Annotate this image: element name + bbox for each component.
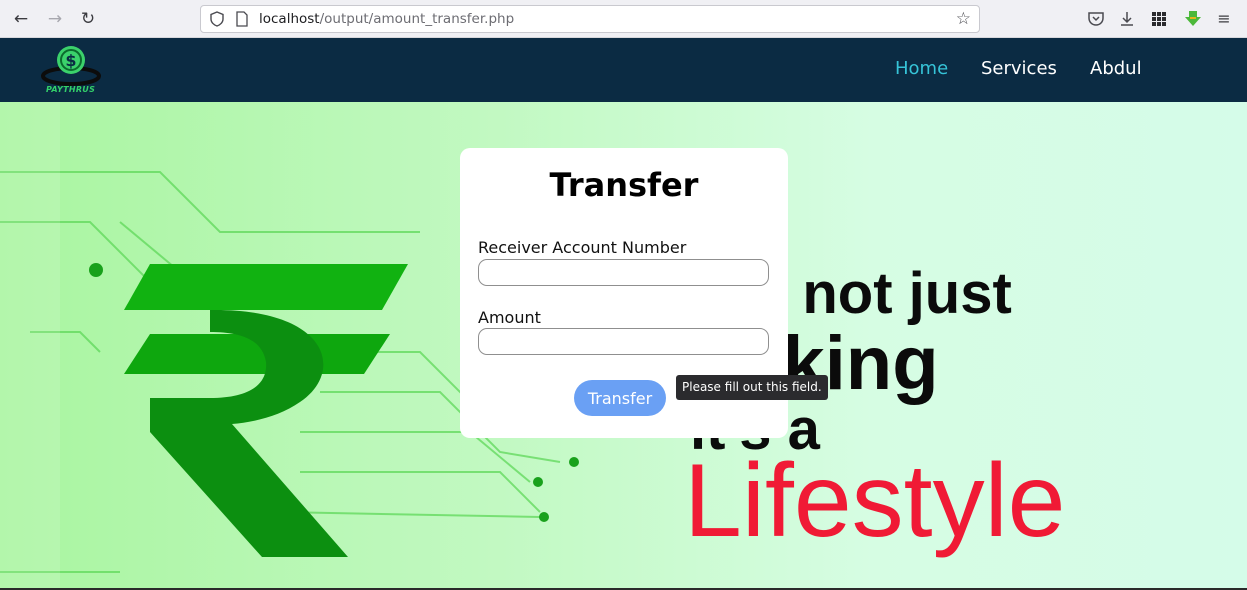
- amount-label: Amount: [478, 308, 541, 327]
- download-helper-icon[interactable]: [1183, 9, 1203, 29]
- forward-arrow-icon[interactable]: →: [42, 6, 68, 32]
- browser-toolbar: ← → ↻ localhost/output/amount_transfer.p…: [0, 0, 1247, 38]
- nav-services-link[interactable]: Services: [981, 58, 1057, 79]
- transfer-submit-button[interactable]: Transfer: [574, 380, 666, 416]
- bookmark-star-icon[interactable]: ☆: [956, 9, 971, 29]
- url-text: localhost/output/amount_transfer.php: [259, 11, 515, 27]
- receiver-account-label: Receiver Account Number: [478, 238, 687, 257]
- receiver-account-input[interactable]: [478, 259, 769, 286]
- menu-hamburger-icon[interactable]: ≡: [1211, 6, 1237, 32]
- nav-user-link[interactable]: Abdul: [1090, 58, 1142, 79]
- validation-tooltip: Please fill out this field.: [676, 375, 828, 400]
- hero-lifestyle-text: Lifestyle: [684, 443, 1066, 559]
- svg-text:$: $: [65, 51, 76, 70]
- site-navbar: $ PAYTHRUS Home Services Abdul: [0, 38, 1247, 102]
- download-icon[interactable]: [1117, 9, 1137, 29]
- form-title: Transfer: [549, 166, 699, 204]
- page-icon: [236, 11, 248, 27]
- nav-home-link[interactable]: Home: [895, 58, 948, 79]
- pocket-icon[interactable]: [1086, 9, 1106, 29]
- hero-text-line-1: s not just: [754, 261, 1012, 326]
- shield-icon: [210, 11, 224, 27]
- address-bar[interactable]: localhost/output/amount_transfer.php ☆: [200, 5, 980, 33]
- extensions-grid-icon[interactable]: [1149, 9, 1169, 29]
- logo-text: PAYTHRUS: [46, 85, 96, 94]
- amount-input[interactable]: [478, 328, 769, 355]
- back-arrow-icon[interactable]: ←: [8, 6, 34, 32]
- reload-icon[interactable]: ↻: [75, 6, 101, 32]
